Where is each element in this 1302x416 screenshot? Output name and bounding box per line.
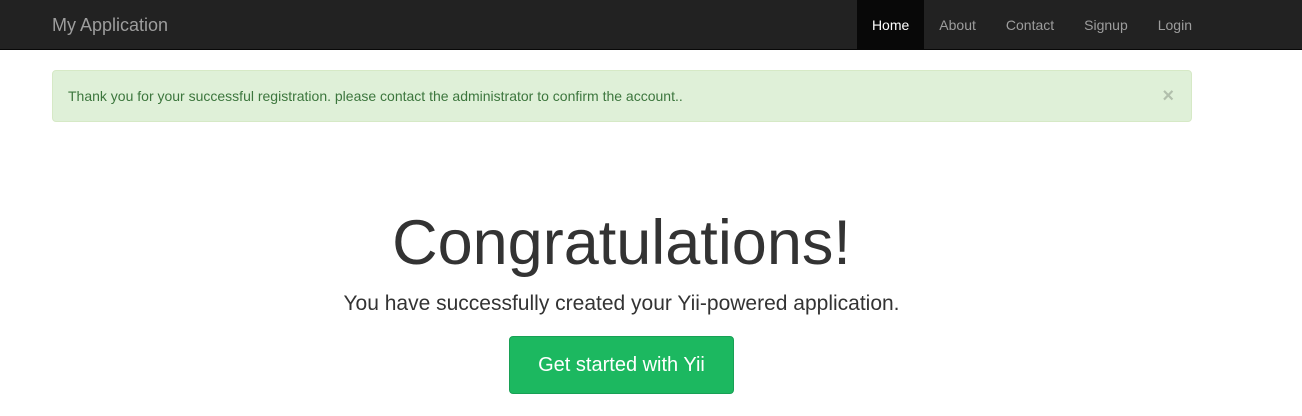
lead-text: You have successfully created your Yii-p… xyxy=(343,292,900,315)
get-started-button[interactable]: Get started with Yii xyxy=(509,336,734,394)
nav-link-home[interactable]: Home xyxy=(856,0,925,50)
page-heading: Congratulations! xyxy=(392,208,851,278)
nav-item-home: Home xyxy=(856,0,925,50)
nav-menu: Home About Contact Signup Login xyxy=(856,0,1207,50)
jumbotron: Congratulations! You have successfully c… xyxy=(0,205,1243,394)
nav-link-about[interactable]: About xyxy=(924,0,991,50)
nav-item-about: About xyxy=(924,0,991,50)
success-alert: Thank you for your successful registrati… xyxy=(52,70,1192,122)
nav-item-login: Login xyxy=(1143,0,1207,50)
nav-link-login[interactable]: Login xyxy=(1143,0,1207,50)
brand-link[interactable]: My Application xyxy=(52,0,168,50)
close-icon[interactable]: × xyxy=(1162,71,1174,121)
nav-item-signup: Signup xyxy=(1069,0,1143,50)
alert-message: Thank you for your successful registrati… xyxy=(68,88,683,104)
top-navbar: My Application Home About Contact Signup… xyxy=(0,0,1302,50)
nav-link-contact[interactable]: Contact xyxy=(991,0,1069,50)
nav-link-signup[interactable]: Signup xyxy=(1069,0,1143,50)
nav-item-contact: Contact xyxy=(991,0,1069,50)
